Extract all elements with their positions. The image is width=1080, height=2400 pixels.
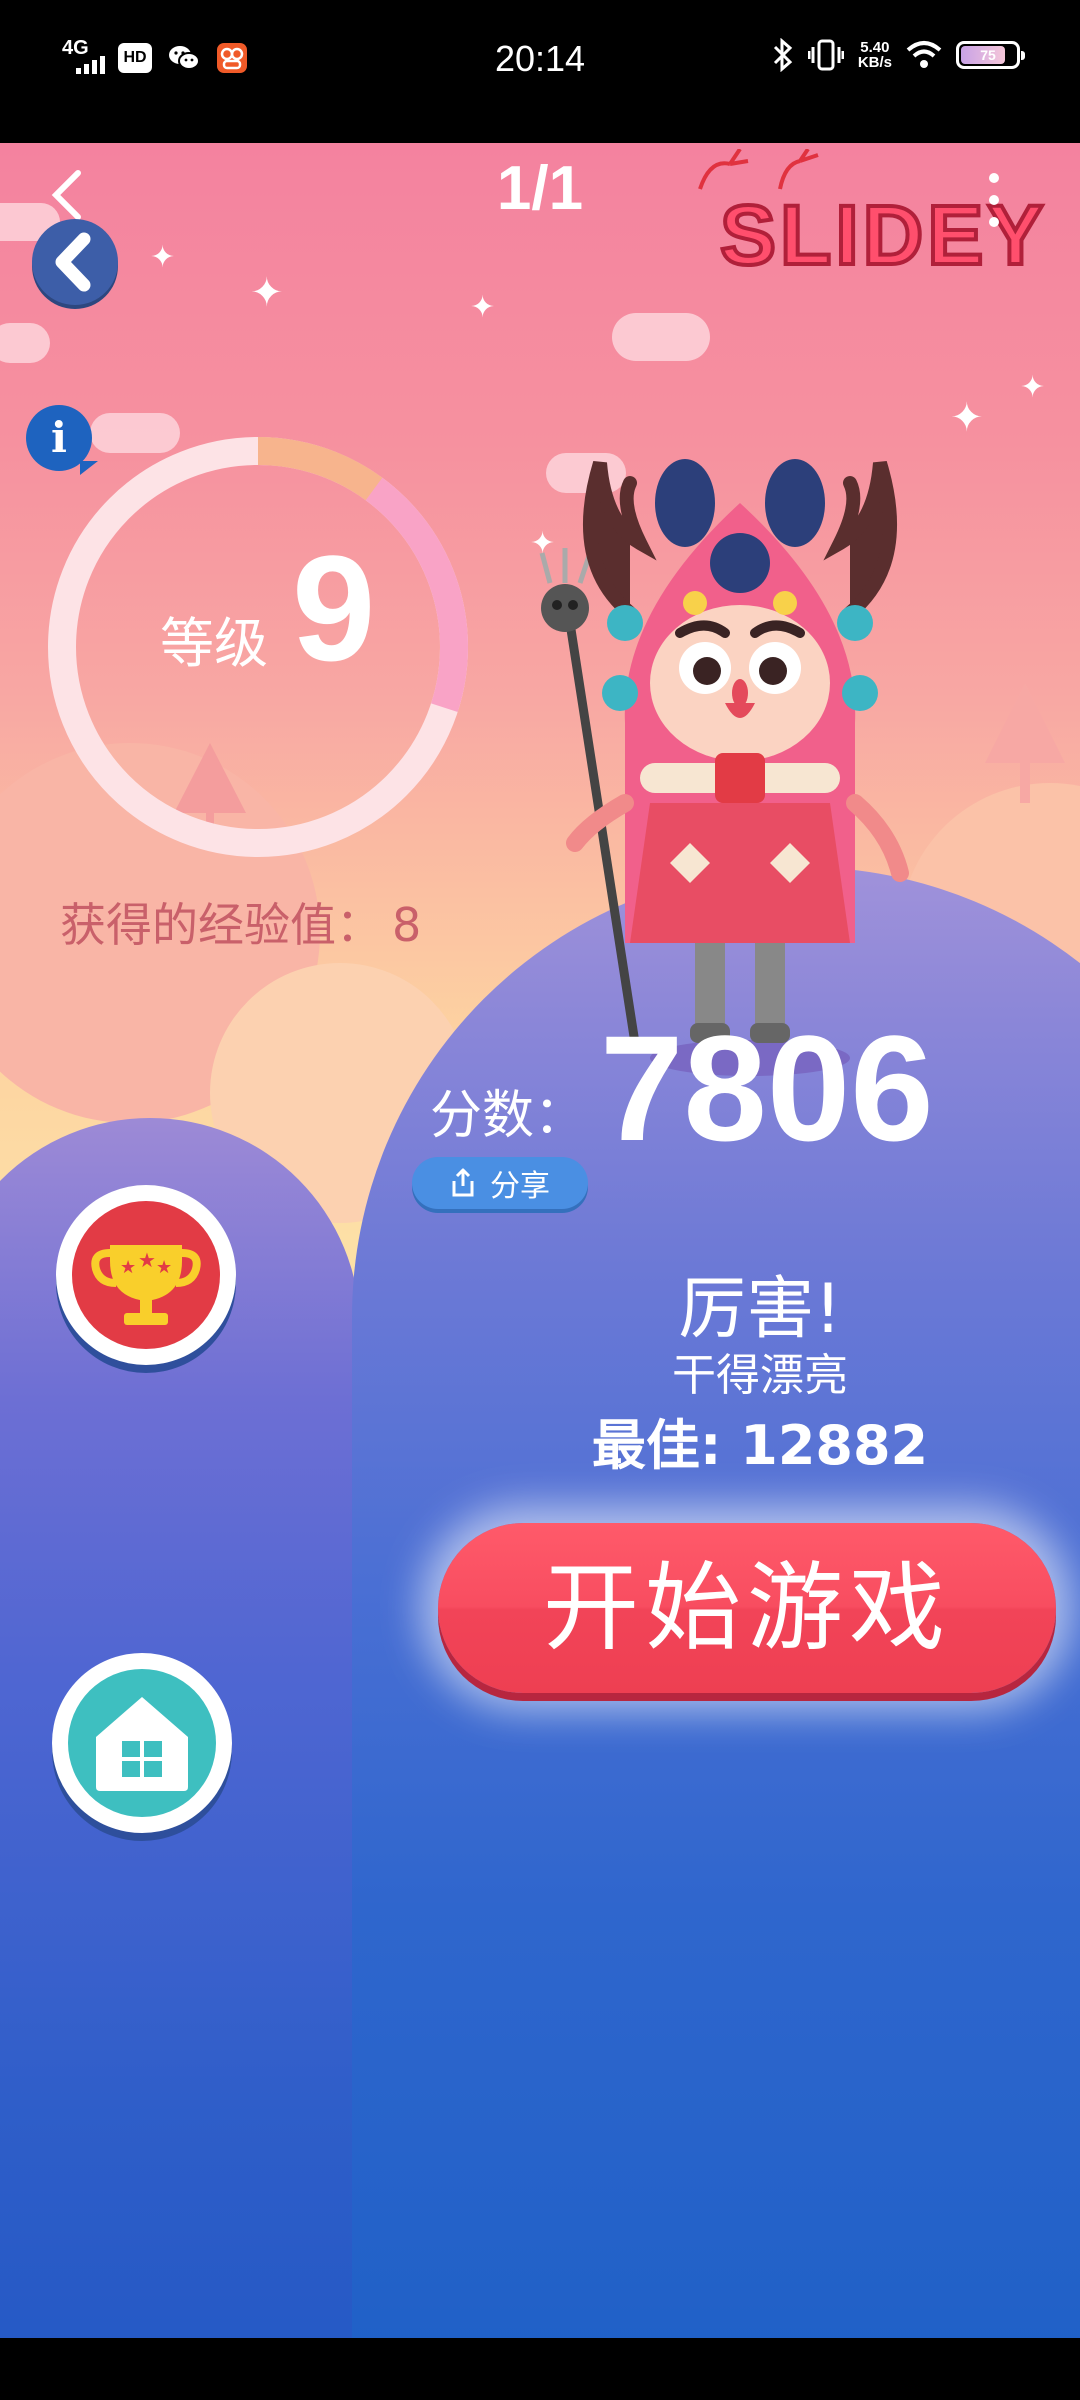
svg-text:✦: ✦ — [530, 526, 555, 561]
navigation-bar — [0, 2338, 1080, 2400]
exp-label: 获得的经验值： — [60, 898, 382, 952]
net-speed-value: 5.40 — [860, 39, 890, 56]
praise-subtitle: 干得漂亮 — [672, 1350, 848, 1401]
sparkle: ✦ — [250, 270, 284, 316]
share-button[interactable]: 分享 — [412, 1157, 588, 1209]
exp-value: 8 — [392, 898, 422, 952]
score-value: 7806 — [600, 1004, 934, 1172]
character-illustration: ✦ — [530, 459, 909, 1076]
svg-text:★: ★ — [138, 1248, 156, 1272]
bluetooth-icon — [773, 38, 793, 72]
praise-title: 厉害! — [678, 1270, 842, 1349]
battery-icon: 75 — [956, 41, 1025, 69]
share-label: 分享 — [490, 1169, 550, 1204]
share-icon — [452, 1168, 474, 1197]
sparkle: ✦ — [950, 395, 984, 441]
battery-level: 75 — [980, 47, 996, 63]
game-screen: ✦ ✦ ✦ ✦ ✦ 1/1 SLIDEY i 等级 9 获得的经验值： 8 ✦ … — [0, 143, 1080, 2338]
page-counter: 1/1 — [496, 154, 584, 223]
back-arrow-icon[interactable] — [32, 219, 118, 305]
wifi-icon — [906, 41, 942, 68]
leaderboard-button[interactable]: ★ ★ ★ — [56, 1185, 236, 1365]
status-right: 5.40 KB/s 75 — [772, 38, 1025, 72]
more-vertical-icon[interactable] — [986, 173, 1002, 233]
best-score: 最佳: 12882 — [591, 1414, 929, 1477]
slidey-logo: SLIDEY — [698, 149, 1045, 284]
level-value: 9 — [292, 524, 376, 692]
home-icon — [96, 1697, 188, 1791]
net-speed: 5.40 KB/s — [858, 40, 892, 70]
cloud — [0, 323, 50, 363]
net-speed-unit: KB/s — [857, 54, 892, 71]
chevron-left-icon[interactable] — [44, 165, 88, 225]
trophy-icon: ★ ★ ★ — [91, 1245, 201, 1325]
svg-text:★: ★ — [120, 1257, 136, 1278]
status-bar: 4G HD 20:14 5.40 KB/s 75 — [0, 0, 1080, 143]
sparkle: ✦ — [150, 240, 176, 275]
vibrate-icon — [807, 39, 844, 71]
svg-text:★: ★ — [156, 1257, 172, 1278]
start-game-button[interactable]: 开始游戏 — [438, 1523, 1056, 1693]
cloud — [612, 313, 710, 361]
level-label: 等级 — [160, 612, 268, 675]
score-label: 分数： — [430, 1086, 587, 1146]
home-button[interactable] — [52, 1653, 232, 1833]
sparkle: ✦ — [1020, 370, 1046, 405]
tree — [985, 683, 1065, 803]
exp-info: 获得的经验值： 8 — [60, 889, 421, 955]
sparkle: ✦ — [470, 290, 496, 325]
